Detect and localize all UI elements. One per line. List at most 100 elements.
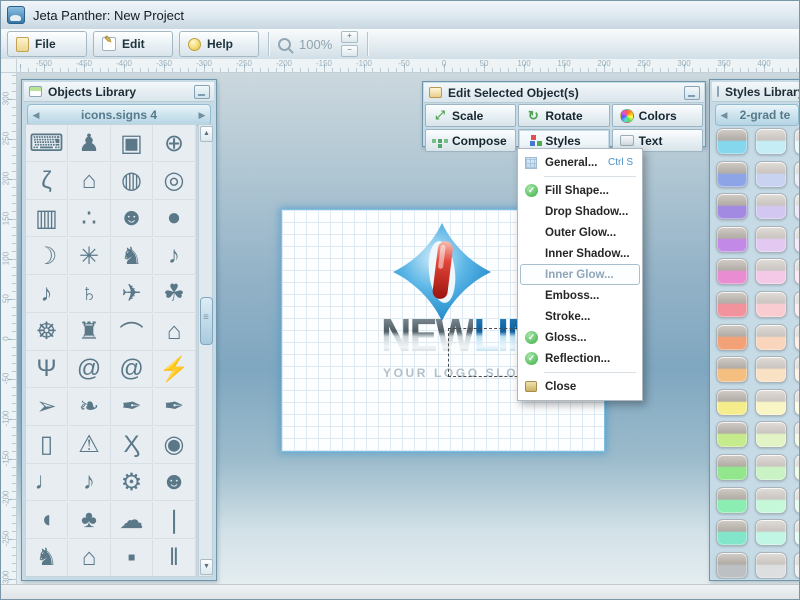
style-swatch-gray-3[interactable] [794, 552, 800, 579]
dancer-icon[interactable]: ♞ [111, 238, 153, 275]
clover-icon[interactable]: ☘ [154, 276, 196, 313]
style-swatch-cyan-3[interactable] [794, 128, 800, 155]
lightning-icon[interactable]: ⚡ [154, 351, 196, 388]
globe-icon[interactable]: ⊕ [154, 125, 196, 162]
face-icon[interactable]: ☻ [111, 200, 153, 237]
style-swatch-purple-3[interactable] [794, 193, 800, 220]
at-sign-icon[interactable]: @ [69, 351, 111, 388]
rotate-button[interactable]: Rotate [518, 104, 609, 127]
edit-panel-minimize-button[interactable] [684, 86, 700, 100]
trees-icon[interactable]: ♣ [69, 502, 111, 539]
style-swatch-green-2[interactable] [755, 454, 787, 481]
scale-button[interactable]: Scale [425, 104, 516, 127]
style-swatch-cyan-2[interactable] [755, 128, 787, 155]
style-swatch-cyan-1[interactable] [716, 128, 748, 155]
dot-pyramid-icon[interactable]: ∴ [69, 200, 111, 237]
logo-diamond-mark[interactable] [392, 222, 492, 322]
objects-scrollbar[interactable]: ▲ ▼ [198, 124, 213, 577]
high-heel-icon[interactable]: ζ [26, 163, 68, 200]
style-swatch-salmon-1[interactable] [716, 324, 748, 351]
style-swatch-yellow-green-2[interactable] [755, 421, 787, 448]
roof-icon[interactable]: ⌒ [111, 314, 153, 351]
microwave-icon[interactable]: ▣ [111, 125, 153, 162]
style-swatch-rose-3[interactable] [794, 291, 800, 318]
style-swatch-green-1[interactable] [716, 454, 748, 481]
sitting-person-icon[interactable]: ♞ [26, 540, 68, 577]
style-swatch-blue-1[interactable] [716, 161, 748, 188]
saxophone-icon[interactable]: ♪ [26, 276, 68, 313]
menu-item-fill-shape[interactable]: ✓Fill Shape... [520, 180, 640, 201]
style-swatch-teal-1[interactable] [716, 519, 748, 546]
style-swatch-mint-1[interactable] [716, 487, 748, 514]
boots-icon[interactable]: ‖ [154, 540, 196, 577]
menu-item-close[interactable]: Close [520, 376, 640, 397]
girl-icon[interactable]: ☻ [154, 464, 196, 501]
menu-item-reflection[interactable]: ✓Reflection... [520, 348, 640, 369]
menu-item-inner-glow[interactable]: Inner Glow... [520, 264, 640, 285]
style-swatch-orange-2[interactable] [755, 356, 787, 383]
style-swatch-yellow-2[interactable] [755, 389, 787, 416]
style-swatch-violet-2[interactable] [755, 226, 787, 253]
menu-item-general[interactable]: General...Ctrl S [520, 152, 640, 173]
style-swatch-rose-1[interactable] [716, 291, 748, 318]
shell-icon[interactable]: ◉ [154, 427, 196, 464]
style-swatch-rose-2[interactable] [755, 291, 787, 318]
hand-icon[interactable]: Ψ [26, 351, 68, 388]
style-swatch-violet-3[interactable] [794, 226, 800, 253]
moon-stars-icon[interactable]: ☽ [26, 238, 68, 275]
leaf-icon[interactable]: ❧ [69, 389, 111, 426]
style-swatch-violet-1[interactable] [716, 226, 748, 253]
menu-item-inner-shadow[interactable]: Inner Shadow... [520, 243, 640, 264]
ufo-icon[interactable]: ✈ [111, 276, 153, 313]
house-icon[interactable]: ⌂ [154, 314, 196, 351]
pen-icon[interactable]: ✒ [111, 389, 153, 426]
castle-icon[interactable]: ♜ [69, 314, 111, 351]
ship-wheel-icon[interactable]: ☸ [26, 314, 68, 351]
menu-item-drop-shadow[interactable]: Drop Shadow... [520, 201, 640, 222]
scroll-down-button[interactable]: ▼ [200, 559, 213, 575]
needle-icon[interactable]: ❘ [154, 502, 196, 539]
crowd-icon[interactable]: ♟ [69, 125, 111, 162]
ruler-icon[interactable]: ▯ [26, 427, 68, 464]
hair-icon[interactable]: ◖ [26, 502, 68, 539]
ellipse-icon[interactable]: ● [154, 200, 196, 237]
spiral-icon[interactable]: ◎ [154, 163, 196, 200]
mound-icon[interactable]: ▪ [111, 540, 153, 577]
zoom-increase-button[interactable]: + [341, 31, 358, 43]
style-swatch-yellow-3[interactable] [794, 389, 800, 416]
scrollbar-thumb[interactable] [200, 297, 213, 345]
style-swatch-salmon-3[interactable] [794, 324, 800, 351]
style-swatch-pink-3[interactable] [794, 258, 800, 285]
saturn-icon[interactable]: ♄ [69, 276, 111, 313]
objects-library-minimize-button[interactable] [194, 85, 210, 99]
style-swatch-orange-3[interactable] [794, 356, 800, 383]
gazebo-icon[interactable]: ⌂ [69, 540, 111, 577]
violin-icon[interactable]: ♩ [26, 464, 68, 501]
styles-category-prev-arrow[interactable]: ◀ [716, 110, 732, 121]
style-swatch-gray-1[interactable] [716, 552, 748, 579]
kaleidoscope-icon[interactable]: ✳ [69, 238, 111, 275]
compose-button[interactable]: Compose [425, 129, 516, 152]
zoom-decrease-button[interactable]: − [341, 45, 358, 57]
style-swatch-purple-1[interactable] [716, 193, 748, 220]
menu-item-emboss[interactable]: Emboss... [520, 285, 640, 306]
style-swatch-mint-2[interactable] [755, 487, 787, 514]
warning-sign-icon[interactable]: ⚠ [69, 427, 111, 464]
style-swatch-teal-2[interactable] [755, 519, 787, 546]
menu-item-stroke[interactable]: Stroke... [520, 306, 640, 327]
cloud-icon[interactable]: ☁ [111, 502, 153, 539]
edit-button[interactable]: Edit [93, 31, 173, 57]
ambulance-icon[interactable]: ▥ [26, 200, 68, 237]
at-snail-icon[interactable]: @ [111, 351, 153, 388]
colors-button[interactable]: Colors [612, 104, 703, 127]
style-swatch-yellow-1[interactable] [716, 389, 748, 416]
style-swatch-pink-1[interactable] [716, 258, 748, 285]
fountain-pen-icon[interactable]: ✒ [154, 389, 196, 426]
style-swatch-teal-3[interactable] [794, 519, 800, 546]
style-swatch-yellow-green-1[interactable] [716, 421, 748, 448]
style-swatch-purple-2[interactable] [755, 193, 787, 220]
menu-item-gloss[interactable]: ✓Gloss... [520, 327, 640, 348]
church-icon[interactable]: ⌂ [69, 163, 111, 200]
style-swatch-gray-2[interactable] [755, 552, 787, 579]
style-swatch-mint-3[interactable] [794, 487, 800, 514]
